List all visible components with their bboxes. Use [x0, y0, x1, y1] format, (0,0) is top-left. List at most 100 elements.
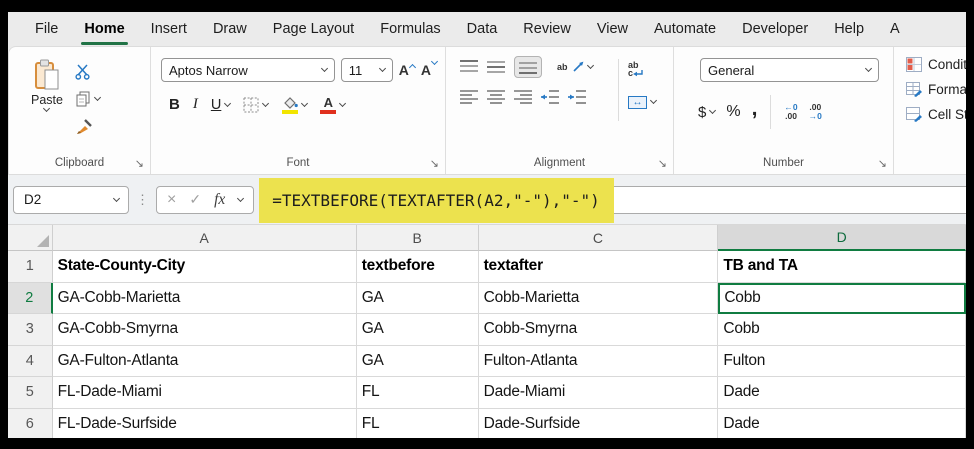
fill-color-button[interactable]	[281, 96, 309, 114]
increase-font-size-button[interactable]: A	[399, 62, 416, 78]
cell-d6[interactable]: Dade	[718, 408, 966, 438]
increase-decimal-button[interactable]: ←0 .00	[784, 103, 797, 121]
increase-indent-button[interactable]	[568, 90, 586, 104]
decrease-decimal-button[interactable]: .00 →0	[809, 103, 822, 121]
fill-color-chevron-icon[interactable]	[301, 99, 309, 107]
font-size-combo[interactable]: 11	[340, 58, 393, 82]
tab-formulas[interactable]: Formulas	[380, 21, 440, 37]
tab-developer[interactable]: Developer	[742, 21, 808, 37]
row-header-1[interactable]: 1	[8, 251, 53, 283]
underline-chevron-icon[interactable]	[224, 99, 232, 107]
align-center-button[interactable]	[487, 90, 505, 104]
cell-d1[interactable]: TB and TA	[718, 251, 966, 283]
cell-d2-active[interactable]: Cobb	[718, 282, 966, 314]
cell-a5[interactable]: FL-Dade-Miami	[52, 377, 357, 409]
row-header-2-selected[interactable]: 2	[8, 282, 53, 314]
cell-c2[interactable]: Cobb-Marietta	[478, 282, 719, 314]
tab-help[interactable]: Help	[834, 21, 864, 37]
cell-a4[interactable]: GA-Fulton-Atlanta	[52, 345, 357, 377]
name-box[interactable]: D2	[13, 185, 129, 214]
select-all-corner[interactable]	[8, 225, 53, 251]
align-right-button[interactable]	[514, 90, 532, 104]
font-name-combo[interactable]: Aptos Narrow	[161, 58, 335, 82]
italic-button[interactable]: I	[193, 96, 198, 113]
copy-chevron-icon[interactable]	[93, 93, 102, 102]
cell-b6[interactable]: FL	[357, 408, 479, 438]
fx-chevron-icon[interactable]	[237, 194, 245, 202]
styles-group: Condit Format	[894, 47, 966, 174]
copy-button[interactable]	[75, 90, 102, 108]
number-dialog-launcher-icon[interactable]: ↘	[878, 159, 887, 170]
row-header-3[interactable]: 3	[8, 314, 53, 346]
orientation-button[interactable]: ab	[557, 61, 594, 73]
clipboard-dialog-launcher-icon[interactable]: ↘	[135, 159, 144, 170]
cell-b1[interactable]: textbefore	[356, 251, 479, 283]
conditional-formatting-button[interactable]: Condit	[906, 57, 966, 72]
tab-insert[interactable]: Insert	[151, 21, 187, 37]
tab-home[interactable]: Home	[81, 21, 128, 45]
cell-b5[interactable]: FL	[356, 377, 479, 409]
underline-button[interactable]: U	[211, 97, 232, 113]
decrease-indent-button[interactable]	[541, 90, 559, 104]
enter-icon[interactable]: ✓	[189, 191, 201, 208]
cell-b3[interactable]: GA	[356, 314, 479, 346]
number-format-combo[interactable]: General	[700, 58, 879, 82]
cell-c1[interactable]: textafter	[478, 251, 719, 283]
align-left-button[interactable]	[460, 90, 478, 104]
cell-a3[interactable]: GA-Cobb-Smyrna	[52, 314, 357, 346]
tab-page-layout[interactable]: Page Layout	[273, 21, 354, 37]
format-as-table-button[interactable]: Format	[906, 82, 966, 97]
cell-b4[interactable]: GA	[356, 345, 479, 377]
cell-b2[interactable]: GA	[356, 282, 479, 314]
cell-c3[interactable]: Cobb-Smyrna	[478, 314, 719, 346]
column-header-a[interactable]: A	[52, 225, 357, 251]
format-painter-button[interactable]	[75, 117, 100, 135]
font-color-button[interactable]: A	[320, 96, 347, 114]
middle-align-button[interactable]	[487, 60, 505, 74]
formula-input[interactable]: =TEXTBEFORE(TEXTAFTER(A2,"-"),"-")	[259, 177, 966, 223]
column-header-c[interactable]: C	[478, 225, 719, 251]
cell-c4[interactable]: Fulton-Atlanta	[478, 345, 719, 377]
cell-c5[interactable]: Dade-Miami	[478, 377, 719, 409]
tab-view[interactable]: View	[597, 21, 628, 37]
orientation-chevron-icon[interactable]	[586, 61, 594, 70]
cell-d5[interactable]: Dade	[718, 377, 966, 409]
insert-function-icon[interactable]: fx	[214, 191, 225, 209]
column-header-d-selected[interactable]: D	[718, 225, 966, 251]
row-header-4[interactable]: 4	[8, 345, 53, 377]
cell-a2[interactable]: GA-Cobb-Marietta	[52, 282, 357, 314]
accounting-format-button[interactable]: $	[698, 104, 717, 121]
cell-styles-button[interactable]: Cell Sty	[906, 107, 966, 122]
font-color-chevron-icon[interactable]	[339, 99, 347, 107]
tab-review[interactable]: Review	[523, 21, 571, 37]
alignment-dialog-launcher-icon[interactable]: ↘	[658, 159, 667, 170]
cell-a6[interactable]: FL-Dade-Surfside	[53, 408, 357, 438]
accounting-chevron-icon[interactable]	[709, 106, 717, 115]
cancel-icon[interactable]: ×	[167, 191, 176, 209]
paste-button[interactable]: Paste	[31, 59, 63, 135]
cell-d3[interactable]: Cobb	[718, 314, 966, 346]
cell-c6[interactable]: Dade-Surfside	[479, 408, 719, 438]
tab-file[interactable]: File	[35, 21, 58, 37]
tab-draw[interactable]: Draw	[213, 21, 247, 37]
cut-button[interactable]	[75, 63, 100, 81]
bottom-align-button-selected[interactable]	[514, 56, 542, 78]
merge-chevron-icon[interactable]	[649, 97, 658, 105]
tab-data[interactable]: Data	[467, 21, 498, 37]
cell-a1[interactable]: State-County-City	[52, 251, 357, 283]
column-header-b[interactable]: B	[356, 225, 479, 251]
bold-button[interactable]: B	[169, 96, 180, 113]
cell-d4[interactable]: Fulton	[718, 345, 966, 377]
row-header-5[interactable]: 5	[8, 377, 53, 409]
row-header-6[interactable]: 6	[8, 408, 53, 438]
borders-chevron-icon[interactable]	[262, 99, 270, 107]
wrap-text-button[interactable]: ab c	[628, 61, 643, 78]
borders-button[interactable]	[243, 97, 270, 113]
merge-center-button[interactable]: ↔	[628, 95, 658, 109]
tab-acrobat-cut[interactable]: A	[890, 21, 900, 37]
tab-automate[interactable]: Automate	[654, 21, 716, 37]
top-align-button[interactable]	[460, 60, 478, 74]
font-dialog-launcher-icon[interactable]: ↘	[430, 159, 439, 170]
percent-style-button[interactable]: %	[726, 103, 740, 121]
decrease-font-size-button[interactable]: A	[421, 57, 439, 78]
